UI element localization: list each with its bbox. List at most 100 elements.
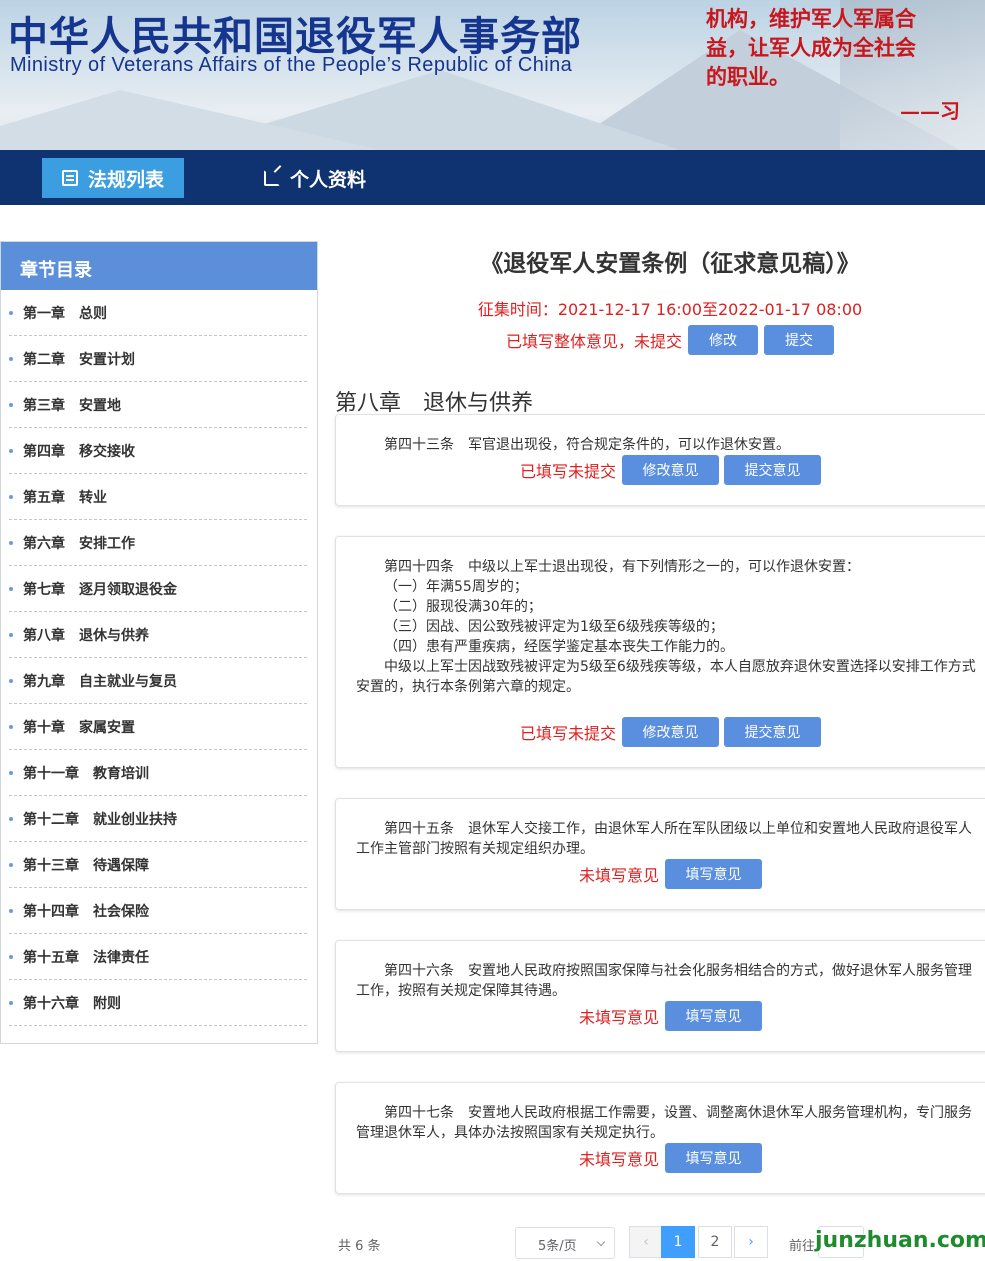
sidebar-title: 章节目录: [1, 242, 317, 290]
sidebar-chapter-item[interactable]: 第十四章 社会保险: [9, 888, 307, 934]
chapter-list: 第一章 总则第二章 安置计划第三章 安置地第四章 移交接收 第五章 转业第六章 安…: [1, 290, 317, 1026]
article-text: 第四十四条 中级以上军士退出现役，有下列情形之一的，可以作退休安置： （一）年满5…: [356, 557, 976, 697]
site-title-en: Ministry of Veterans Affairs of the Peop…: [10, 54, 573, 76]
article-text: 第四十六条 安置地人民政府按照国家保障与社会化服务相结合的方式，做好退休军人服务…: [356, 961, 976, 1001]
chapter-label: 第十三章 待遇保障: [23, 857, 149, 874]
nav-tab-profile[interactable]: 个人资料: [244, 158, 386, 198]
header-quote: 机构，维护军人军属合 益，让军人成为全社会 的职业。: [706, 4, 985, 91]
bullet-icon: [9, 1000, 13, 1005]
list-icon: [62, 170, 78, 186]
article-line: 第四十六条 安置地人民政府按照国家保障与社会化服务相结合的方式，做好退休军人服务…: [356, 963, 972, 999]
article-card: 第四十四条 中级以上军士退出现役，有下列情形之一的，可以作退休安置： （一）年满5…: [335, 536, 985, 768]
bullet-icon: [9, 540, 13, 545]
overall-status: 已填写整体意见，未提交: [505, 332, 682, 351]
sidebar-chapter-item[interactable]: 第一章 总则: [9, 290, 307, 336]
bullet-icon: [9, 494, 13, 499]
chapter-label: 第七章 逐月领取退役金: [23, 581, 177, 598]
article-card: 第四十五条 退休军人交接工作，由退休军人所在军队团级以上单位和安置地人民政府退役…: [335, 798, 985, 910]
submit-opinion-button[interactable]: 提交意见: [724, 717, 822, 747]
chapter-label: 第三章 安置地: [23, 397, 121, 414]
bullet-icon: [9, 448, 13, 453]
site-header: 中华人民共和国退役军人事务部 Ministry of Veterans Affa…: [0, 0, 985, 150]
chapter-sidebar: 章节目录 第一章 总则第二章 安置计划第三章 安置地第四章 移交接收 第五章 转业…: [0, 241, 318, 1044]
chapter-label: 第十一章 教育培训: [23, 765, 149, 782]
sidebar-chapter-item[interactable]: 第八章 退休与供养: [9, 612, 307, 658]
article-line: （四）患有严重疾病，经医学鉴定基本丧失工作能力的。: [384, 639, 734, 655]
overall-submit-button[interactable]: 提交: [764, 325, 834, 355]
bullet-icon: [9, 724, 13, 729]
article-actions: 已填写未提交 修改意见 提交意见: [520, 717, 822, 747]
article-status: 未填写意见: [579, 866, 660, 885]
sidebar-chapter-item[interactable]: 第十六章 附则: [9, 980, 307, 1026]
article-status: 未填写意见: [579, 1150, 660, 1169]
overall-edit-button[interactable]: 修改: [688, 325, 758, 355]
page-size-select[interactable]: 5条/页: [515, 1227, 615, 1259]
sidebar-chapter-item[interactable]: 第十章 家属安置: [9, 704, 307, 750]
total-count: 共 6 条: [338, 1239, 381, 1254]
article-line: 第四十三条 军官退出现役，符合规定条件的，可以作退休安置。: [384, 437, 790, 453]
sidebar-chapter-item[interactable]: 第五章 转业: [9, 474, 307, 520]
article-actions: 未填写意见 填写意见: [579, 1143, 763, 1173]
article-line: （一）年满55周岁的；: [384, 579, 528, 595]
chapter-label: 第十二章 就业创业扶持: [23, 811, 177, 828]
prev-page-button[interactable]: ‹: [629, 1226, 663, 1258]
next-page-button[interactable]: ›: [734, 1226, 768, 1258]
bullet-icon: [9, 770, 13, 775]
bullet-icon: [9, 954, 13, 959]
sidebar-chapter-item[interactable]: 第十三章 待遇保障: [9, 842, 307, 888]
mountain-decoration: [0, 90, 380, 150]
sidebar-chapter-item[interactable]: 第九章 自主就业与复员: [9, 658, 307, 704]
document-title: 《退役军人安置条例（征求意见稿）》: [480, 251, 860, 277]
bullet-icon: [9, 356, 13, 361]
sidebar-chapter-item[interactable]: 第四章 移交接收: [9, 428, 307, 474]
article-actions: 未填写意见 填写意见: [579, 859, 763, 889]
page-button-1[interactable]: 1: [661, 1226, 695, 1258]
chapter-label: 第九章 自主就业与复员: [23, 673, 177, 690]
goto-label: 前往: [789, 1239, 816, 1254]
bullet-icon: [9, 632, 13, 637]
article-line: 第四十七条 安置地人民政府根据工作需要，设置、调整离休退休军人服务管理机构，专门…: [356, 1105, 972, 1141]
article-actions: 未填写意见 填写意见: [579, 1001, 763, 1031]
write-opinion-button[interactable]: 填写意见: [665, 859, 763, 889]
chapter-heading: 第八章 退休与供养: [335, 391, 534, 416]
edit-opinion-button[interactable]: 修改意见: [622, 717, 720, 747]
quote-line: 机构，维护军人军属合: [706, 6, 916, 31]
sidebar-chapter-item[interactable]: 第十一章 教育培训: [9, 750, 307, 796]
quote-line: 益，让军人成为全社会: [706, 35, 916, 60]
bullet-icon: [9, 402, 13, 407]
quote-line: 的职业。: [706, 64, 790, 89]
sidebar-chapter-item[interactable]: 第七章 逐月领取退役金: [9, 566, 307, 612]
chapter-label: 第十五章 法律责任: [23, 949, 149, 966]
sidebar-chapter-item[interactable]: 第十二章 就业创业扶持: [9, 796, 307, 842]
article-status: 已填写未提交: [520, 724, 617, 743]
article-card: 第四十七条 安置地人民政府根据工作需要，设置、调整离休退休军人服务管理机构，专门…: [335, 1082, 985, 1194]
chapter-label: 第六章 安排工作: [23, 535, 135, 552]
chapter-label: 第八章 退休与供养: [23, 627, 149, 644]
article-text: 第四十三条 军官退出现役，符合规定条件的，可以作退休安置。: [356, 435, 976, 455]
nav-tab-regulations[interactable]: 法规列表: [42, 158, 184, 198]
chapter-label: 第十四章 社会保险: [23, 903, 149, 920]
quote-signature: ——习: [900, 99, 960, 123]
submit-opinion-button[interactable]: 提交意见: [724, 455, 822, 485]
article-card: 第四十三条 军官退出现役，符合规定条件的，可以作退休安置。已填写未提交 修改意见提…: [335, 414, 985, 506]
page-button-2[interactable]: 2: [698, 1226, 732, 1258]
bullet-icon: [9, 586, 13, 591]
chevron-down-icon: [596, 1237, 606, 1247]
chapter-label: 第一章 总则: [23, 305, 107, 322]
write-opinion-button[interactable]: 填写意见: [665, 1001, 763, 1031]
sidebar-chapter-item[interactable]: 第六章 安排工作: [9, 520, 307, 566]
write-opinion-button[interactable]: 填写意见: [665, 1143, 763, 1173]
article-status: 已填写未提交: [520, 462, 617, 481]
sidebar-chapter-item[interactable]: 第三章 安置地: [9, 382, 307, 428]
chapter-label: 第十六章 附则: [23, 995, 121, 1012]
bullet-icon: [9, 816, 13, 821]
article-line: 中级以上军士因战致残被评定为5级至6级残疾等级，本人自愿放弃退休安置选择以安排工…: [356, 659, 976, 695]
bullet-icon: [9, 908, 13, 913]
chapter-label: 第十章 家属安置: [23, 719, 135, 736]
article-line: 第四十四条 中级以上军士退出现役，有下列情形之一的，可以作退休安置：: [384, 559, 860, 575]
edit-opinion-button[interactable]: 修改意见: [622, 455, 720, 485]
edit-icon: [264, 170, 280, 186]
overall-opinion-row: 已填写整体意见，未提交 修改 提交: [340, 325, 985, 355]
sidebar-chapter-item[interactable]: 第十五章 法律责任: [9, 934, 307, 980]
sidebar-chapter-item[interactable]: 第二章 安置计划: [9, 336, 307, 382]
